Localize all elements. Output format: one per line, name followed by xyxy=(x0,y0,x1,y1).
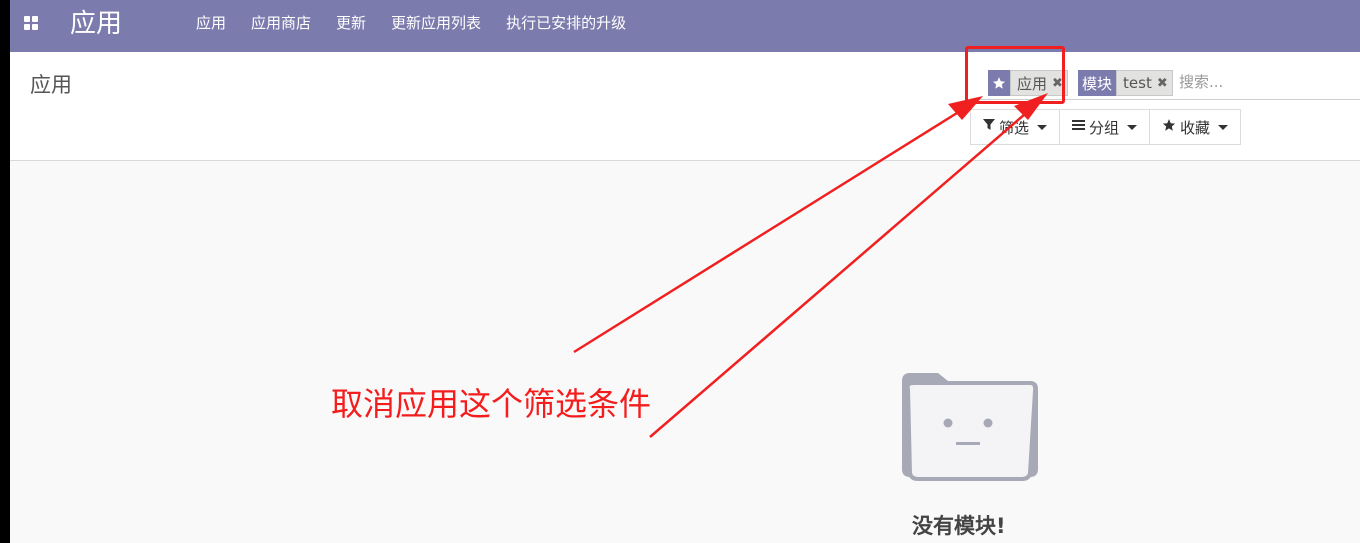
annotation-arrows xyxy=(573,93,1048,438)
annotation-text: 取消应用这个筛选条件 xyxy=(331,385,652,423)
